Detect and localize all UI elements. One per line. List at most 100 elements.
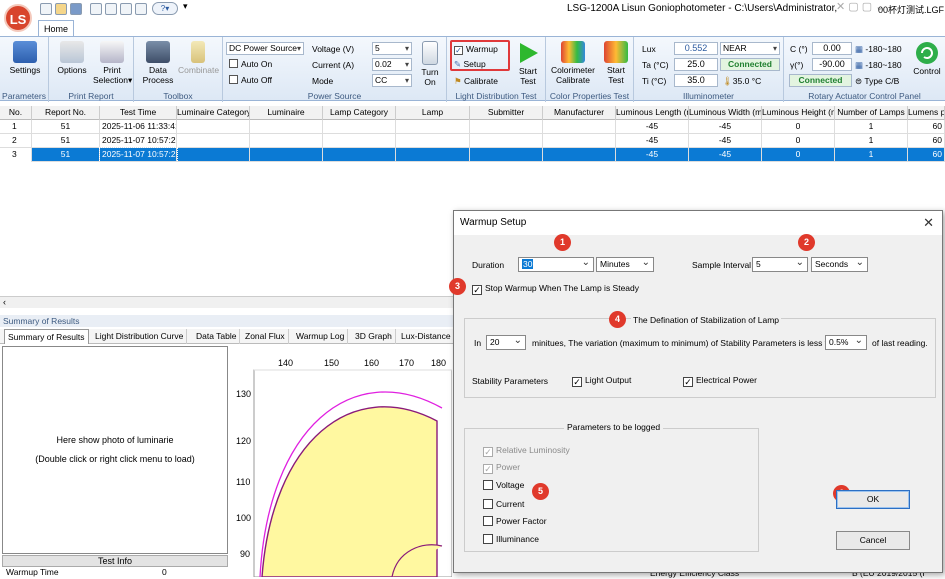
group-toolbox: Data Process Combinate Toolbox bbox=[134, 37, 223, 102]
c-range[interactable]: ▦ -180~180 bbox=[855, 44, 902, 55]
gamma-range[interactable]: ▦ -180~180 bbox=[855, 60, 902, 71]
start-test-button[interactable]: Start Test bbox=[512, 41, 544, 86]
tab-summary-of-results[interactable]: Summary of Results bbox=[4, 329, 89, 344]
horizontal-scrollbar[interactable]: ‹ bbox=[0, 296, 460, 308]
log-power-factor-checkbox[interactable]: Power Factor bbox=[483, 516, 547, 526]
power-source-select[interactable]: DC Power Source bbox=[226, 42, 304, 55]
color-start-test-button[interactable]: Start Test bbox=[600, 41, 632, 85]
range-select[interactable]: NEAR bbox=[720, 42, 780, 55]
new-file-icon[interactable] bbox=[40, 3, 52, 15]
cell-height: 0 bbox=[762, 134, 835, 148]
cancel-button[interactable]: Cancel bbox=[836, 531, 910, 550]
col-report-no[interactable]: Report No. bbox=[32, 106, 100, 120]
calibrate-button[interactable]: ⚑ Calibrate bbox=[454, 76, 498, 87]
sample-interval-select[interactable]: 5 bbox=[752, 256, 808, 272]
light-output-checkbox[interactable]: ✓ Light Output bbox=[572, 375, 631, 387]
tab-3d-graph[interactable]: 3D Graph bbox=[352, 329, 396, 344]
warmup-setup-dialog: Warmup Setup ✕ 1 2 Duration 30 Minutes S… bbox=[449, 210, 943, 573]
options-button[interactable]: Options bbox=[54, 41, 90, 75]
col-luminous-length[interactable]: Luminous Length (mm) bbox=[616, 106, 689, 120]
group-illuminometer: Lux 0.552 NEAR Ta (°C) 25.0 Connected Ti… bbox=[634, 37, 784, 102]
tab-lux-distance[interactable]: Lux-Distance bbox=[398, 329, 455, 344]
table-row[interactable]: 1 51 2025-11-06 11:33:41 -45 -45 0 1 60 bbox=[0, 120, 945, 134]
duration-input[interactable]: 30 bbox=[518, 256, 594, 272]
log-power-checkbox[interactable]: ✓ Power bbox=[483, 462, 520, 474]
scroll-left-icon[interactable]: ‹ bbox=[3, 297, 6, 307]
in-label: In bbox=[474, 338, 482, 348]
cell-empty bbox=[323, 134, 396, 148]
tab-warmup-log[interactable]: Warmup Log bbox=[293, 329, 349, 344]
cell-empty bbox=[543, 148, 616, 162]
stop-when-steady-checkbox[interactable]: ✓ Stop Warmup When The Lamp is Steady bbox=[472, 283, 639, 295]
stability-minutes-select[interactable]: 20 bbox=[486, 334, 526, 350]
luminaire-photo-area[interactable]: Here show photo of luminarie (Double cli… bbox=[2, 346, 228, 554]
current-select[interactable]: 0.02 bbox=[372, 58, 412, 71]
log-current-checkbox[interactable]: Current bbox=[483, 499, 524, 509]
setup-button[interactable]: ✎ Setup bbox=[454, 59, 486, 70]
col-number-of-lamps[interactable]: Number of Lamps bbox=[835, 106, 908, 120]
help-icon[interactable]: ?▾ bbox=[152, 2, 178, 15]
close-icon[interactable]: ✕ bbox=[923, 215, 934, 231]
tab-data-table[interactable]: Data Table bbox=[193, 329, 241, 344]
print-selection-button[interactable]: Print Selection▾ bbox=[93, 41, 132, 85]
warmup-checkbox[interactable]: ✓ Warmup bbox=[454, 44, 498, 55]
preview-icon[interactable] bbox=[90, 3, 102, 15]
col-luminaire[interactable]: Luminaire bbox=[250, 106, 323, 120]
ok-button[interactable]: OK bbox=[836, 490, 910, 509]
duration-unit-select[interactable]: Minutes bbox=[596, 256, 654, 272]
combinate-button[interactable]: Combinate bbox=[178, 41, 219, 75]
col-test-time[interactable]: Test Time bbox=[100, 106, 177, 120]
preview2-icon[interactable] bbox=[105, 3, 117, 15]
quick-access-dropdown-icon[interactable]: ▾ bbox=[183, 1, 188, 12]
col-luminous-width[interactable]: Luminous Width (mm) bbox=[689, 106, 762, 120]
tab-home[interactable]: Home bbox=[38, 20, 74, 37]
step-badge-1: 1 bbox=[554, 234, 571, 251]
table-row[interactable]: 2 51 2025-11-07 10:57:23 -45 -45 0 1 60 bbox=[0, 134, 945, 148]
tab-zonal-flux[interactable]: Zonal Flux bbox=[242, 329, 289, 344]
dialog-title: Warmup Setup bbox=[454, 211, 942, 235]
tab-light-distribution-curve[interactable]: Light Distribution Curve bbox=[92, 329, 188, 344]
col-no[interactable]: No. bbox=[0, 106, 32, 120]
col-lamp-category[interactable]: Lamp Category bbox=[323, 106, 396, 120]
col-luminaire-category[interactable]: Luminaire Category bbox=[177, 106, 250, 120]
col-lamp[interactable]: Lamp bbox=[396, 106, 470, 120]
type-selector[interactable]: ⊜ Type C/B bbox=[855, 76, 899, 87]
settings-button[interactable]: Settings bbox=[6, 41, 44, 75]
col-luminous-height[interactable]: Luminous Height (mm) bbox=[762, 106, 835, 120]
auto-on-checkbox[interactable]: Auto On bbox=[229, 59, 272, 69]
window-title-file: 00杯灯测试.LGF bbox=[878, 5, 945, 15]
group-label: Power Source bbox=[307, 91, 362, 101]
col-lumens-per[interactable]: Lumens per bbox=[908, 106, 945, 120]
cell-width: -45 bbox=[689, 134, 762, 148]
col-manufacturer[interactable]: Manufacturer bbox=[543, 106, 616, 120]
open-folder-icon[interactable] bbox=[55, 3, 67, 15]
preview4-icon[interactable] bbox=[135, 3, 147, 15]
log-relative-luminosity-checkbox[interactable]: ✓ Relative Luminosity bbox=[483, 445, 570, 457]
group-label: Color Properties Test bbox=[549, 91, 630, 101]
sample-unit-select[interactable]: Seconds bbox=[811, 256, 868, 272]
mode-select[interactable]: CC bbox=[372, 74, 412, 87]
colorimeter-calibrate-button[interactable]: Colorimeter Calibrate bbox=[549, 41, 597, 85]
save-icon[interactable] bbox=[70, 3, 82, 15]
data-process-button[interactable]: Data Process bbox=[140, 41, 176, 85]
log-voltage-checkbox[interactable]: Voltage bbox=[483, 480, 524, 490]
step-badge-3: 3 bbox=[449, 278, 466, 295]
log-illuminance-checkbox[interactable]: Illuminance bbox=[483, 534, 539, 544]
app-logo[interactable]: LS bbox=[4, 4, 32, 32]
turn-on-button[interactable]: Turn On bbox=[416, 41, 444, 87]
control-button[interactable]: Control bbox=[910, 41, 944, 76]
voltage-select[interactable]: 5 bbox=[372, 42, 412, 55]
col-submitter[interactable]: Submitter bbox=[470, 106, 543, 120]
auto-off-checkbox[interactable]: Auto Off bbox=[229, 75, 272, 85]
group-label: Toolbox bbox=[163, 91, 193, 101]
ti-value: 35.0 bbox=[674, 74, 718, 87]
preview3-icon[interactable] bbox=[120, 3, 132, 15]
ta-value: 25.0 bbox=[674, 58, 718, 71]
variation-select[interactable]: 0.5% bbox=[825, 334, 867, 350]
table-row-selected[interactable]: 3 51 2025-11-07 10:57:23 -45 -45 0 1 60 bbox=[0, 147, 945, 163]
options-icon bbox=[60, 41, 84, 63]
cell-report: 51 bbox=[32, 148, 100, 162]
cell-no: 2 bbox=[0, 134, 32, 148]
cell-empty bbox=[470, 120, 543, 134]
electrical-power-checkbox[interactable]: ✓ Electrical Power bbox=[683, 375, 757, 387]
